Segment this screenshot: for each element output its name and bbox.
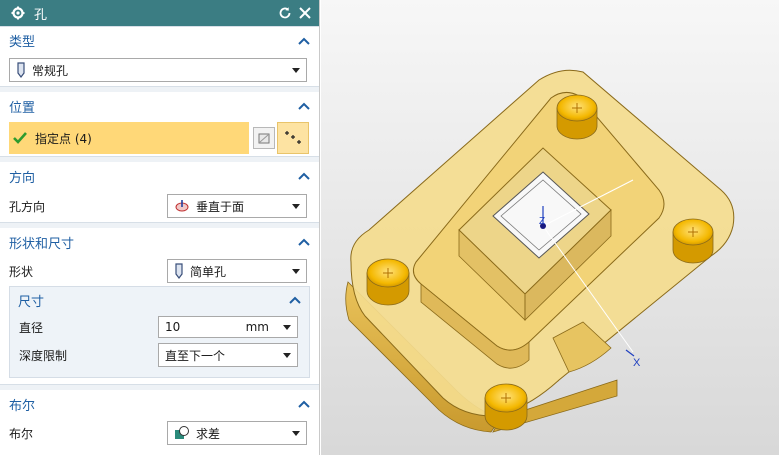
axis-z-label: Z — [539, 216, 545, 227]
shape-label: 形状 — [9, 264, 34, 279]
hole-direction-value: 垂直于面 — [196, 199, 245, 214]
type-dropdown-value: 常规孔 — [32, 63, 69, 78]
diameter-row: 直径 10 mm — [10, 313, 309, 341]
point-dialog-button[interactable] — [277, 122, 309, 154]
chevron-down-icon[interactable] — [283, 324, 291, 330]
points-icon — [285, 131, 301, 144]
type-row: 常规孔 — [0, 54, 319, 86]
hole-dialog: 孔 类型 常规孔 位置 指定点 (4) 方向 孔方向 垂直于面 形状和尺寸 形状… — [0, 0, 320, 455]
chevron-down-icon — [292, 67, 300, 73]
sketch-icon — [258, 133, 270, 144]
close-icon[interactable] — [297, 5, 313, 21]
hole-marker[interactable] — [556, 94, 598, 140]
position-row: 指定点 (4) — [0, 120, 319, 156]
chevron-up-icon[interactable] — [298, 36, 310, 46]
section-boolean-header[interactable]: 布尔 — [0, 390, 319, 418]
chevron-up-icon[interactable] — [289, 295, 301, 305]
boolean-row: 布尔 求差 — [0, 418, 319, 448]
dimensions-header[interactable]: 尺寸 — [10, 287, 309, 313]
section-type-header[interactable]: 类型 — [0, 26, 319, 54]
depth-row: 深度限制 直至下一个 — [10, 341, 309, 369]
chevron-up-icon[interactable] — [298, 399, 310, 409]
part-model[interactable]: Z X — [321, 0, 779, 455]
normal-to-face-icon — [175, 200, 189, 212]
chevron-down-icon — [283, 352, 291, 358]
dimensions-group: 尺寸 直径 10 mm 深度限制 直至下一个 — [9, 286, 310, 378]
boolean-dropdown[interactable]: 求差 — [167, 421, 307, 445]
section-direction-title: 方向 — [9, 170, 36, 186]
shape-dropdown[interactable]: 简单孔 — [167, 259, 307, 283]
dimensions-title: 尺寸 — [18, 294, 45, 310]
shape-dropdown-value: 简单孔 — [190, 264, 227, 279]
chevron-down-icon — [292, 203, 300, 209]
type-dropdown[interactable]: 常规孔 — [9, 58, 307, 82]
depth-limit-value: 直至下一个 — [165, 348, 226, 363]
specify-point-label: 指定点 (4) — [35, 131, 92, 146]
hole-marker[interactable] — [484, 383, 528, 431]
section-type-title: 类型 — [9, 35, 36, 50]
hole-marker[interactable] — [672, 218, 714, 264]
checkmark-icon — [13, 132, 27, 144]
subtract-icon — [175, 426, 189, 439]
gear-icon[interactable] — [10, 5, 26, 21]
dialog-titlebar: 孔 — [0, 0, 319, 26]
section-boolean-title: 布尔 — [9, 398, 36, 414]
section-position-header[interactable]: 位置 — [0, 92, 319, 120]
chevron-down-icon — [292, 430, 300, 436]
axis-x-label: X — [633, 357, 641, 369]
chevron-up-icon[interactable] — [298, 101, 310, 111]
hole-marker[interactable] — [366, 258, 410, 306]
diameter-input[interactable]: 10 mm — [158, 316, 298, 338]
diameter-label: 直径 — [19, 320, 44, 335]
hole-type-icon — [17, 62, 25, 78]
reset-icon[interactable] — [277, 5, 293, 21]
graphics-viewport[interactable]: Z X — [321, 0, 779, 455]
chevron-up-icon[interactable] — [298, 171, 310, 181]
direction-row: 孔方向 垂直于面 — [0, 190, 319, 222]
sketch-section-button[interactable] — [253, 127, 275, 149]
hole-direction-dropdown[interactable]: 垂直于面 — [167, 194, 307, 218]
shape-row: 形状 简单孔 — [0, 256, 319, 286]
specify-point-selector[interactable]: 指定点 (4) — [9, 122, 249, 154]
section-direction-header[interactable]: 方向 — [0, 162, 319, 190]
diameter-value: 10 — [165, 320, 181, 334]
section-shape-header[interactable]: 形状和尺寸 — [0, 228, 319, 256]
chevron-up-icon[interactable] — [298, 237, 310, 247]
section-position-title: 位置 — [9, 100, 36, 116]
depth-limit-dropdown[interactable]: 直至下一个 — [158, 343, 298, 367]
simple-hole-icon — [175, 263, 183, 279]
boolean-label: 布尔 — [9, 426, 34, 441]
chevron-down-icon — [292, 268, 300, 274]
hole-direction-label: 孔方向 — [9, 199, 46, 214]
boolean-value: 求差 — [196, 426, 221, 441]
diameter-unit[interactable]: mm — [246, 320, 269, 334]
dialog-title: 孔 — [34, 7, 48, 23]
depth-limit-label: 深度限制 — [19, 348, 68, 363]
section-shape-title: 形状和尺寸 — [9, 236, 75, 252]
